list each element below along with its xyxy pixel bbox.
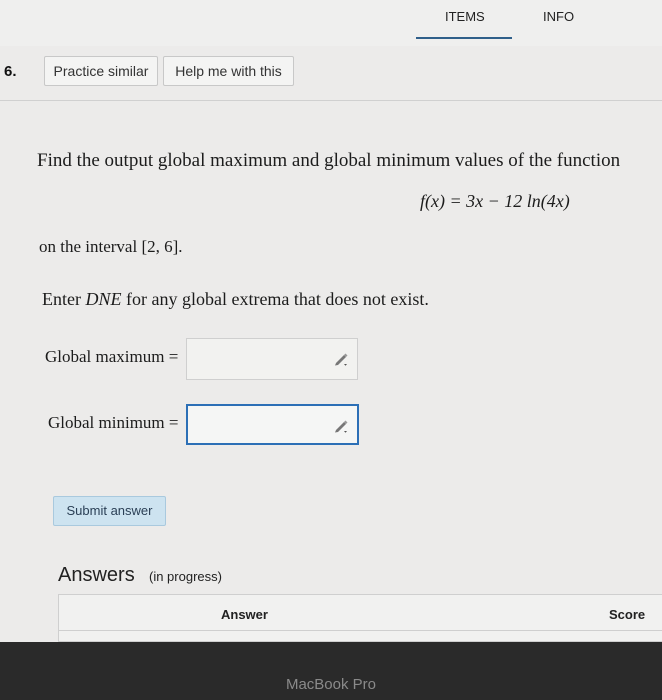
table-divider <box>59 630 662 631</box>
pencil-icon[interactable] <box>333 352 349 366</box>
screen: ITEMS INFO 6. Practice similar Help me w… <box>0 0 662 642</box>
dne-instruction: Enter DNE for any global extrema that do… <box>42 289 429 310</box>
global-minimum-label: Global minimum = <box>48 413 179 432</box>
question-number: 6. <box>4 63 17 80</box>
device-label: MacBook Pro <box>285 676 377 693</box>
dne-prefix: Enter <box>42 289 86 309</box>
function-formula: f(x) = 3x − 12 ln(4x) <box>420 191 570 211</box>
answers-table: Answer Score <box>58 594 662 642</box>
divider <box>0 100 662 101</box>
tab-info[interactable]: INFO <box>543 9 574 24</box>
submit-answer-button[interactable]: Submit answer <box>53 496 166 526</box>
interval-text: on the interval [2, 6]. <box>39 237 183 256</box>
question-prompt: Find the output global maximum and globa… <box>37 150 621 171</box>
global-maximum-label: Global maximum = <box>45 347 179 366</box>
global-minimum-input[interactable] <box>186 404 359 445</box>
dne-keyword: DNE <box>85 289 122 309</box>
help-me-button[interactable]: Help me with this <box>163 56 294 86</box>
answers-status: (in progress) <box>149 569 222 584</box>
active-tab-indicator <box>416 37 512 39</box>
pencil-icon[interactable] <box>333 419 349 433</box>
answers-heading: Answers <box>58 564 135 586</box>
global-maximum-input[interactable] <box>186 338 358 380</box>
dne-suffix: for any global extrema that does not exi… <box>121 289 429 309</box>
practice-similar-button[interactable]: Practice similar <box>44 56 158 86</box>
top-nav: ITEMS INFO <box>0 0 662 46</box>
tab-items[interactable]: ITEMS <box>445 9 485 24</box>
column-header-score: Score <box>609 607 646 622</box>
column-header-answer: Answer <box>221 607 268 622</box>
